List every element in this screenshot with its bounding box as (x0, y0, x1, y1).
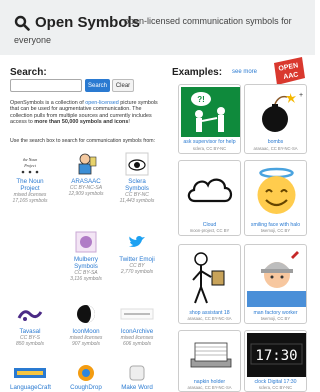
languagecraft-logo (10, 362, 50, 384)
bomb-icon: + (262, 92, 303, 132)
napkin-holder-icon (190, 342, 232, 368)
source-arasaac[interactable]: ARASAAC CC BY-NC-SA 12,909 symbols (66, 150, 106, 197)
cloud-icon (187, 178, 233, 203)
card-license: sclera, CC BY-NC (258, 385, 293, 390)
source-count: 11,443 symbols (119, 198, 155, 204)
brand[interactable]: Open Symbols (14, 14, 140, 31)
card-caption[interactable]: bombs (245, 139, 306, 145)
digital-clock-icon: 17:30 (247, 333, 306, 377)
open-aac-badge[interactable]: OPEN AAC (272, 56, 306, 86)
source-name[interactable]: The Noun Project (10, 178, 50, 192)
card-caption[interactable]: ask supervisor for help (179, 139, 240, 145)
sources-note: Use the search box to search for communi… (10, 138, 156, 144)
source-name[interactable]: Tavasal (10, 328, 50, 335)
source-count: 3,116 symbols (70, 276, 102, 282)
example-card[interactable]: ?! ask supervisor for help sclera, CC BY… (178, 84, 241, 154)
mulberry-logo (66, 228, 106, 256)
example-card[interactable]: shop assistant 18 arasaac, CC BY-NC-SA (178, 244, 241, 324)
source-languagecraft[interactable]: LanguageCraft (10, 362, 51, 391)
example-card[interactable]: man factory worker twemoji, CC BY (244, 244, 307, 324)
search-icon (14, 15, 30, 31)
source-count: 606 symbols (122, 341, 152, 347)
clock-readout: 17:30 (255, 348, 297, 364)
card-license: arasaac, CC BY-NC-SA (253, 146, 298, 151)
example-card[interactable]: smiling face with halo twemoji, CC BY (244, 160, 307, 236)
source-makeword[interactable]: Make Word (117, 362, 157, 391)
clear-button[interactable]: Clear (112, 79, 134, 92)
search-heading: Search: (10, 67, 47, 78)
source-name[interactable]: IconArchive (117, 328, 157, 335)
coughdrop-logo (66, 362, 106, 384)
open-licensed-link[interactable]: open-licensed (85, 100, 119, 106)
tagline-continued: everyone (14, 35, 52, 45)
svg-text:+: + (299, 92, 303, 99)
source-name[interactable]: CoughDrop (66, 384, 106, 391)
example-card[interactable]: napkin holder arasaac, CC BY-NC-SA (178, 330, 241, 392)
examples-heading: Examples: (172, 67, 223, 78)
source-count: 12,909 symbols (68, 191, 104, 197)
intro-text: OpenSymbols is a collection of open-lice… (10, 100, 160, 125)
search-input[interactable] (10, 79, 82, 92)
source-iconmoon[interactable]: IconMoon mixed licenses 907 symbols (66, 300, 106, 347)
source-count: 17,165 symbols (12, 198, 48, 204)
intro-part-3: ! (128, 118, 130, 125)
factory-worker-icon (247, 251, 306, 307)
search-button[interactable]: Search (85, 79, 110, 92)
source-name[interactable]: Twitter Emoji (117, 256, 157, 263)
tagline: open-licensed communication symbols for (124, 16, 292, 26)
source-iconarchive[interactable]: IconArchive mixed licenses 606 symbols (117, 300, 157, 347)
example-card[interactable]: Cloud moon-project, CC BY (178, 160, 241, 236)
svg-text:?!: ?! (197, 95, 205, 104)
example-card[interactable]: 17:30 clock Digital 17:30 sclera, CC BY-… (244, 330, 307, 392)
source-name[interactable]: IconMoon (66, 328, 106, 335)
tavasal-logo (10, 300, 50, 328)
twitter-logo (117, 228, 157, 256)
source-sclera[interactable]: Sclera Symbols CC BY-NC 11,443 symbols (117, 150, 157, 204)
intro-part-1: OpenSymbols is a collection of (10, 100, 86, 106)
source-noun-project[interactable]: the Noun Project The Noun Project mixed l… (10, 150, 50, 204)
source-count: 907 symbols (71, 341, 101, 347)
source-mulberry[interactable]: Mulberry Symbols CC BY-SA 3,116 symbols (66, 228, 106, 282)
source-count: 850 symbols (15, 341, 45, 347)
source-count: 2,770 symbols (120, 269, 154, 275)
noun-project-logo: the Noun Project (10, 150, 50, 178)
source-name[interactable]: Sclera Symbols (117, 178, 157, 192)
card-license: twemoji, CC BY (260, 228, 291, 233)
card-license: arasaac, CC BY-NC-SA (187, 316, 232, 321)
svg-text:Project: Project (23, 163, 37, 168)
makeword-logo (117, 362, 157, 384)
card-license: sclera, CC BY-NC (192, 146, 227, 151)
source-name[interactable]: Mulberry Symbols (66, 256, 106, 270)
see-more-link[interactable]: see more (232, 69, 257, 75)
card-license: arasaac, CC BY-NC-SA (187, 385, 232, 390)
iconmoon-logo (66, 300, 106, 328)
source-name[interactable]: Make Word (117, 384, 157, 391)
shop-assistant-icon (192, 252, 225, 304)
iconarchive-logo (117, 300, 157, 328)
source-tavasal[interactable]: Tavasal CC BY-S 850 symbols (10, 300, 50, 347)
card-license: moon-project, CC BY (189, 228, 230, 233)
example-card[interactable]: + bombs arasaac, CC BY-NC-SA (244, 84, 307, 154)
source-twitter-emoji[interactable]: Twitter Emoji CC BY 2,770 symbols (117, 228, 157, 275)
source-name[interactable]: ARASAAC (66, 178, 106, 185)
source-coughdrop[interactable]: CoughDrop (66, 362, 106, 391)
arasaac-logo (66, 150, 106, 178)
card-license: twemoji, CC BY (260, 316, 291, 321)
svg-text:the Noun: the Noun (23, 157, 38, 162)
intro-bold: more than 50,000 symbols and icons (34, 118, 129, 125)
header: Open Symbols open-licensed communication… (0, 0, 315, 55)
sclera-logo (117, 150, 157, 178)
ask-help-icon: ?! (181, 87, 240, 137)
source-name[interactable]: LanguageCraft (10, 384, 51, 391)
halo-face-icon (257, 167, 296, 214)
